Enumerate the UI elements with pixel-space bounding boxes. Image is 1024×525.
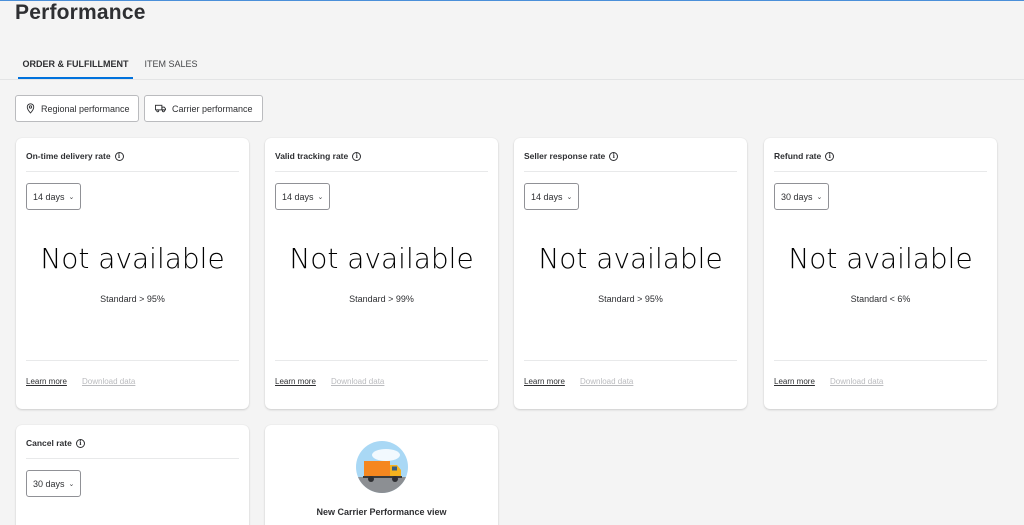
info-icon[interactable]: i (825, 151, 835, 161)
divider (26, 458, 239, 459)
info-icon[interactable]: i (352, 151, 362, 161)
location-pin-icon (26, 103, 35, 114)
carrier-performance-promo-card[interactable]: New Carrier Performance view (265, 425, 498, 525)
card-title: On-time delivery rate i (26, 151, 124, 161)
period-value: 30 days (33, 478, 65, 489)
card-title-text: On-time delivery rate (26, 151, 111, 161)
carrier-performance-button[interactable]: Carrier performance (144, 95, 263, 122)
metric-card-cancel: Cancel rate i 30 days ⌄ (16, 425, 249, 525)
metric-value: Not available (40, 242, 225, 275)
info-icon[interactable]: i (609, 151, 619, 161)
info-icon[interactable]: i (114, 151, 124, 161)
download-data-link: Download data (82, 377, 136, 386)
page-title: Performance (15, 1, 146, 24)
card-title: Seller response rate i (524, 151, 619, 161)
metric-card-valid-tracking: Valid tracking rate i 14 days ⌄ Not avai… (265, 138, 498, 409)
metric-standard: Standard > 95% (598, 294, 663, 304)
chevron-down-icon: ⌄ (816, 193, 823, 201)
carrier-performance-label: Carrier performance (172, 103, 253, 114)
period-value: 14 days (282, 191, 314, 202)
card-title: Cancel rate i (26, 438, 85, 448)
metric-value: Not available (538, 242, 723, 275)
metric-standard: Standard < 6% (850, 294, 911, 304)
divider (26, 171, 239, 172)
truck-icon (155, 104, 166, 113)
metric-standard: Standard > 99% (349, 294, 414, 304)
metric-card-on-time-delivery: On-time delivery rate i 14 days ⌄ Not av… (16, 138, 249, 409)
learn-more-link[interactable]: Learn more (774, 377, 815, 386)
chevron-down-icon: ⌄ (68, 480, 75, 488)
card-title-text: Seller response rate (524, 151, 606, 161)
chevron-down-icon: ⌄ (68, 193, 75, 201)
card-title: Refund rate i (774, 151, 835, 161)
period-select[interactable]: 14 days ⌄ (26, 183, 82, 210)
metric-card-refund: Refund rate i 30 days ⌄ Not available St… (764, 138, 997, 409)
divider (774, 360, 987, 361)
period-select[interactable]: 30 days ⌄ (26, 470, 82, 497)
tab-item-sales[interactable]: ITEM SALES (140, 51, 202, 79)
download-data-link: Download data (331, 377, 385, 386)
period-value: 30 days (781, 191, 813, 202)
chevron-down-icon: ⌄ (566, 193, 573, 201)
metric-value: Not available (788, 242, 973, 275)
card-title-text: Refund rate (774, 151, 822, 161)
card-title: Valid tracking rate i (275, 151, 362, 161)
regional-performance-label: Regional performance (41, 103, 130, 114)
download-data-link: Download data (830, 377, 884, 386)
chevron-down-icon: ⌄ (317, 193, 324, 201)
divider (275, 360, 488, 361)
promo-title: New Carrier Performance view (316, 507, 447, 517)
period-select[interactable]: 30 days ⌄ (774, 183, 830, 210)
download-data-link: Download data (580, 377, 634, 386)
period-select[interactable]: 14 days ⌄ (275, 183, 331, 210)
divider (275, 171, 488, 172)
divider (524, 360, 737, 361)
metric-value: Not available (289, 242, 474, 275)
learn-more-link[interactable]: Learn more (275, 377, 316, 386)
learn-more-link[interactable]: Learn more (524, 377, 565, 386)
metric-standard: Standard > 95% (100, 294, 165, 304)
delivery-truck-illustration (356, 441, 408, 493)
period-value: 14 days (531, 191, 563, 202)
tab-order-fulfillment[interactable]: ORDER & FULFILLMENT (18, 51, 133, 79)
tab-bar: ORDER & FULFILLMENT ITEM SALES (0, 51, 1024, 80)
info-icon[interactable]: i (75, 438, 85, 448)
regional-performance-button[interactable]: Regional performance (15, 95, 139, 122)
divider (774, 171, 987, 172)
period-value: 14 days (33, 191, 65, 202)
divider (524, 171, 737, 172)
period-select[interactable]: 14 days ⌄ (524, 183, 580, 210)
card-title-text: Valid tracking rate (275, 151, 349, 161)
metric-card-seller-response: Seller response rate i 14 days ⌄ Not ava… (514, 138, 747, 409)
card-title-text: Cancel rate (26, 438, 72, 448)
learn-more-link[interactable]: Learn more (26, 377, 67, 386)
divider (26, 360, 239, 361)
